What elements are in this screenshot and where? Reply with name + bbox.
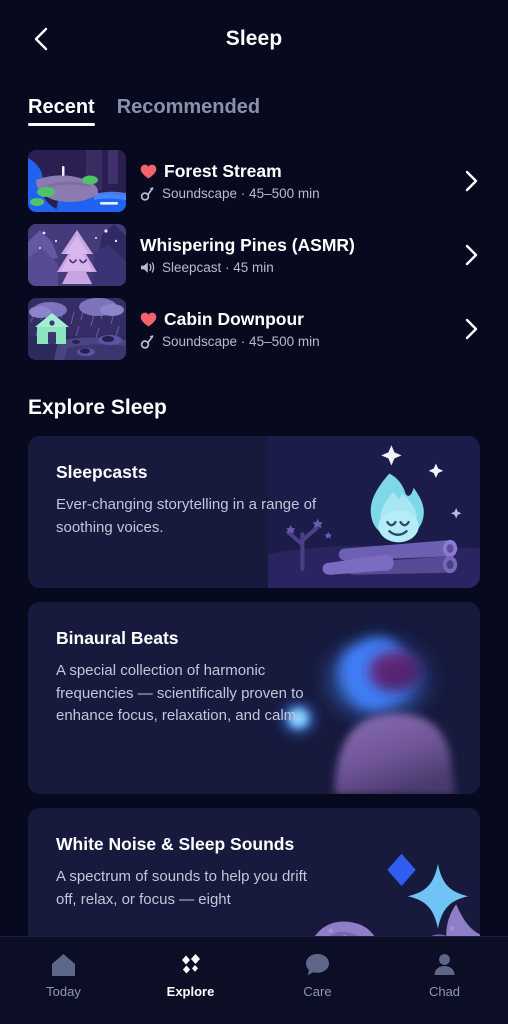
explore-card-description: Ever-changing storytelling in a range of… [56,496,317,536]
recent-list: Forest Stream Soundscape · 45–500 min Wh… [0,126,508,366]
chevron-right-icon[interactable] [458,242,484,268]
soundscape-icon [140,186,155,201]
heart-icon [140,164,157,180]
explore-section-title: Explore Sleep [28,396,167,419]
sparkle-diamonds-icon [177,951,205,977]
list-item[interactable]: Whispering Pines (ASMR) Sleepcast · 45 m… [0,218,508,292]
nav-item-explore[interactable]: Explore [127,951,254,999]
speaker-icon [140,260,155,275]
soundscape-icon [140,334,155,349]
explore-card-sleepcasts[interactable]: Sleepcasts Ever-changing storytelling in… [28,436,480,588]
whispering-pines-thumbnail [28,224,126,286]
list-item-text: Cabin Downpour Soundscape · 45–500 min [126,309,458,349]
list-item-meta: Sleepcast · 45 min [162,260,274,275]
nav-label-today: Today [46,984,81,999]
cabin-downpour-thumbnail [28,298,126,360]
explore-card-title: White Noise & Sleep Sounds [56,834,295,854]
nav-item-care[interactable]: Care [254,951,381,999]
home-icon [50,951,78,977]
nav-item-today[interactable]: Today [0,951,127,999]
explore-card-content: Sleepcasts Ever-changing storytelling in… [28,436,317,565]
tab-bar: Recent Recommended [0,78,508,126]
nav-label-explore: Explore [166,984,215,999]
sleep-screen: Sleep Recent Recommended Forest Stream S… [0,0,508,1024]
app-header: Sleep [0,0,508,78]
page-title: Sleep [225,27,283,50]
list-item-title: Forest Stream [164,161,282,181]
list-item-text: Whispering Pines (ASMR) Sleepcast · 45 m… [126,235,458,275]
explore-cards: Sleepcasts Ever-changing storytelling in… [0,420,508,948]
chevron-left-icon [31,26,51,52]
explore-card-description: A spectrum of sounds to help you drift o… [56,868,307,908]
speech-bubble-icon [304,951,332,977]
tab-recommended-label: Recommended [116,96,261,118]
nav-label-chad: Chad [428,984,461,999]
explore-card-binaural-beats[interactable]: Binaural Beats A special collection of h… [28,602,480,794]
explore-card-content: Binaural Beats A special collection of h… [28,602,317,754]
explore-card-title: Binaural Beats [56,628,179,648]
list-item-title: Cabin Downpour [164,309,304,329]
list-item[interactable]: Cabin Downpour Soundscape · 45–500 min [0,292,508,366]
explore-card-content: White Noise & Sleep Sounds A spectrum of… [28,808,317,937]
nav-item-chad[interactable]: Chad [381,951,508,999]
nav-label-care: Care [303,984,332,999]
tab-recent-label: Recent [28,96,95,118]
list-item-title: Whispering Pines (ASMR) [140,235,355,255]
tab-recent[interactable]: Recent [28,96,95,126]
list-item[interactable]: Forest Stream Soundscape · 45–500 min [0,144,508,218]
person-icon [431,951,459,977]
back-button[interactable] [22,20,60,58]
explore-card-white-noise[interactable]: White Noise & Sleep Sounds A spectrum of… [28,808,480,948]
list-item-meta: Soundscape · 45–500 min [162,186,320,201]
forest-stream-thumbnail [28,150,126,212]
heart-icon [140,312,157,328]
chevron-right-icon[interactable] [458,168,484,194]
bottom-navigation: Today Explore Care Chad [0,936,508,1024]
explore-card-title: Sleepcasts [56,462,148,482]
list-item-text: Forest Stream Soundscape · 45–500 min [126,161,458,201]
chevron-right-icon[interactable] [458,316,484,342]
list-item-meta: Soundscape · 45–500 min [162,334,320,349]
tab-recommended[interactable]: Recommended [117,96,260,126]
explore-card-description: A special collection of harmonic frequen… [56,662,304,724]
